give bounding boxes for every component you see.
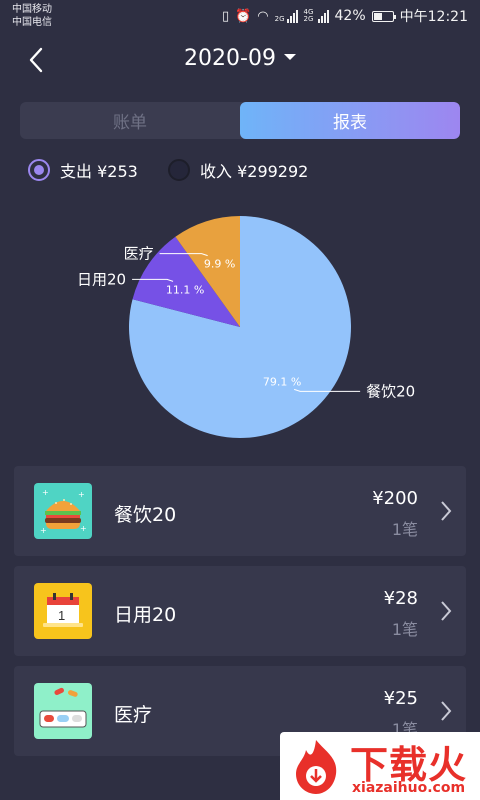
expense-label: 支出 ¥253 — [60, 162, 138, 181]
pie-percent-label: 9.9 % — [204, 258, 235, 271]
income-label: 收入 ¥299292 — [200, 162, 309, 181]
carrier-1: 中国移动 — [12, 4, 52, 15]
income-radio[interactable]: 收入 ¥299292 — [168, 158, 308, 182]
tab-report[interactable]: 报表 — [240, 102, 460, 139]
expense-radio[interactable]: 支出 ¥253 — [28, 158, 138, 182]
burger-icon: + + + + — [34, 483, 92, 539]
calendar-icon: 1 — [34, 583, 92, 639]
record-category: 餐饮20 — [114, 504, 177, 526]
wifi-icon: ◠ — [257, 8, 269, 24]
svg-text:+: + — [40, 526, 47, 535]
svg-text:+: + — [80, 524, 87, 533]
pie-category-label: 日用20 — [77, 270, 126, 288]
record-row-dining[interactable]: + + + + 餐饮20 ¥200 1笔 — [14, 466, 466, 556]
vibrate-icon: ▯ — [221, 8, 230, 24]
radio-unchecked-icon — [168, 159, 190, 181]
chevron-right-icon — [441, 701, 452, 721]
status-bar: 中国移动 中国电信 ▯ ⏰ ◠ 2G 4G 2G 42% 中午12:21 — [0, 0, 480, 32]
watermark-url: xiazaihuo.com — [352, 780, 466, 796]
month-selector[interactable]: 2020-09 — [0, 46, 480, 71]
chevron-right-icon — [441, 501, 452, 521]
pie-category-label: 医疗 — [124, 245, 154, 263]
pie-category-label: 餐饮20 — [366, 382, 415, 400]
page-title: 2020-09 — [184, 46, 276, 71]
network-type-1: 2G — [274, 14, 285, 23]
watermark: 下载火 xiazaihuo.com — [280, 732, 480, 800]
carrier-2: 中国电信 — [12, 17, 52, 28]
battery-percent: 42% — [334, 8, 366, 24]
signal-1-icon: 2G — [274, 9, 298, 23]
clock: 中午12:21 — [399, 9, 468, 25]
pie-percent-label: 11.1 % — [166, 283, 204, 296]
signal-2-icon: 4G 2G — [304, 9, 329, 23]
chevron-right-icon — [441, 601, 452, 621]
pills-icon — [34, 683, 92, 739]
pie-chart: 79.1 % 餐饮20 11.1 % 日用20 9.9 % 医疗 — [77, 216, 415, 438]
record-row-daily[interactable]: 1 日用20 ¥28 1笔 — [14, 566, 466, 656]
battery-icon — [371, 10, 396, 22]
flame-logo-icon — [296, 740, 337, 794]
record-count: 1笔 — [391, 620, 418, 639]
svg-text:+: + — [42, 488, 49, 497]
network-type-2: 4G 2G — [303, 8, 314, 23]
record-amount: ¥200 — [372, 488, 418, 509]
caret-down-icon — [283, 54, 296, 60]
svg-text:1: 1 — [58, 608, 65, 623]
view-tabs: 账单 报表 — [20, 102, 460, 139]
alarm-icon: ⏰ — [235, 8, 252, 24]
record-count: 1笔 — [391, 520, 418, 539]
radio-checked-icon — [28, 159, 50, 181]
record-amount: ¥28 — [383, 588, 418, 609]
record-category: 医疗 — [114, 704, 153, 726]
pie-percent-label: 79.1 % — [263, 375, 301, 388]
tab-bill[interactable]: 账单 — [20, 102, 240, 139]
record-amount: ¥25 — [383, 688, 418, 709]
record-category: 日用20 — [114, 604, 177, 626]
svg-text:+: + — [78, 490, 85, 499]
